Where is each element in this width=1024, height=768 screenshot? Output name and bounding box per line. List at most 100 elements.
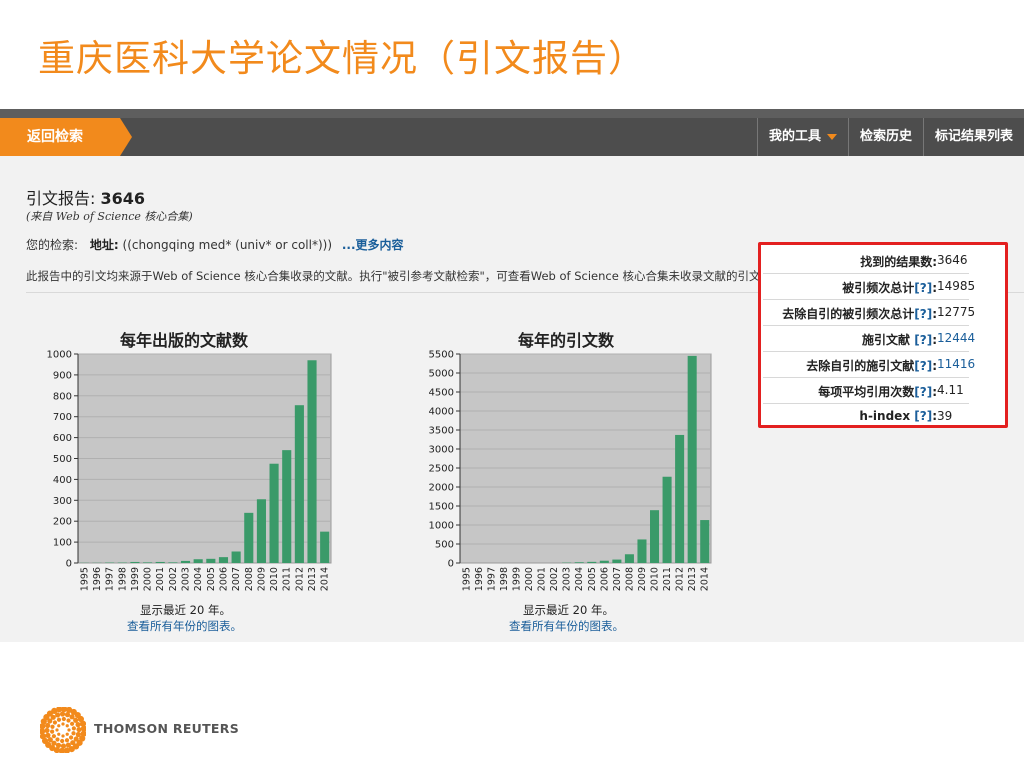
y-tick-label: 5500 (429, 350, 454, 361)
x-tick-label: 2004 (574, 567, 585, 591)
bar (599, 560, 609, 563)
y-tick-label: 3000 (429, 445, 454, 456)
bar (675, 434, 685, 563)
y-tick-label: 2500 (429, 464, 454, 475)
y-tick-label: 500 (435, 540, 454, 551)
y-tick-label: 4500 (429, 388, 454, 399)
logo-dot (60, 738, 65, 744)
stat-label-text: h-index (859, 409, 911, 423)
logo-dot (60, 743, 67, 749)
stat-row-citing-no-self: 去除自引的施引文献[?]: 11416 (763, 352, 975, 378)
logo-dot (59, 711, 66, 717)
bar (700, 520, 710, 563)
x-tick-label: 2014 (700, 567, 711, 591)
logo-dot (56, 717, 62, 722)
stat-value: 3646 (937, 253, 968, 267)
stat-label-text: 找到的结果数: (860, 255, 937, 269)
logo-dot (61, 722, 65, 726)
x-tick-label: 1996 (474, 567, 485, 591)
help-link[interactable]: [?] (914, 385, 932, 399)
x-tick-label: 2011 (662, 567, 673, 591)
logo-dot (61, 716, 66, 722)
stat-label-text: 去除自引的施引文献 (806, 359, 915, 373)
stat-label: h-index [?]: (859, 409, 937, 423)
chart-cites-caption: 显示最近 20 年。 (523, 603, 614, 617)
y-tick-label: 1500 (429, 502, 454, 513)
plot-area (459, 353, 712, 564)
y-tick-label: 0 (448, 559, 454, 570)
stat-label: 去除自引的被引频次总计[?]: (782, 307, 937, 321)
stat-value: 12775 (937, 305, 976, 319)
stat-row-results: 找到的结果数: 3646 (763, 248, 969, 274)
thomson-reuters-logo-icon (40, 707, 86, 753)
stat-row-h-index: h-index [?]: 39 (763, 404, 969, 429)
logo-dot (44, 727, 50, 734)
stat-label: 每项平均引用次数[?]: (818, 385, 937, 399)
logo-dot (55, 737, 60, 742)
x-tick-label: 2002 (549, 567, 560, 591)
stat-value: 39 (937, 409, 953, 423)
stat-value: 4.11 (937, 383, 964, 397)
stat-label: 施引文献 [?]: (862, 333, 937, 347)
logo-dot (57, 724, 61, 728)
x-tick-label: 2012 (675, 567, 686, 591)
x-tick-label: 1997 (486, 567, 497, 591)
logo-dot (57, 732, 61, 736)
logo-dot (75, 722, 81, 728)
x-tick-label: 2008 (624, 567, 635, 591)
stat-row-cites-no-self: 去除自引的被引频次总计[?]: 12775 (763, 300, 975, 326)
citing-no-self-link[interactable]: 11416 (937, 357, 975, 371)
x-tick-label: 2013 (687, 567, 698, 591)
logo-dot (67, 728, 71, 732)
chart-cites-all-years-link[interactable]: 查看所有年份的图表。 (509, 618, 624, 634)
citing-articles-link[interactable]: 12444 (937, 331, 975, 345)
logo-dot (68, 735, 74, 740)
x-tick-label: 2000 (524, 567, 535, 591)
x-tick-label: 1999 (511, 567, 522, 591)
help-link[interactable]: [?] (914, 359, 932, 373)
x-tick-label: 2010 (650, 567, 661, 591)
logo-dot (69, 721, 75, 726)
logo-dot (76, 739, 83, 746)
x-tick-label: 2009 (637, 567, 648, 591)
logo-dot (51, 734, 57, 739)
logo-dot (50, 729, 55, 734)
y-tick-label: 4000 (429, 407, 454, 418)
bar (624, 554, 634, 563)
y-tick-label: 5000 (429, 369, 454, 380)
logo-dot (50, 724, 55, 729)
stat-row-total-cites: 被引频次总计[?]: 14985 (763, 274, 975, 300)
logo-dot (64, 738, 70, 743)
stat-label: 被引频次总计[?]: (842, 281, 937, 295)
logo-dot (71, 731, 76, 736)
stat-value: 14985 (937, 279, 976, 293)
bar (587, 561, 597, 563)
stat-label-text: 施引文献 (862, 333, 911, 347)
logo-dot (47, 737, 53, 743)
citation-stats-box: 找到的结果数: 3646 被引频次总计[?]: 14985 去除自引的被引频次总… (758, 242, 1008, 428)
brand-name: THOMSON REUTERS (94, 721, 240, 736)
help-link[interactable]: [?] (914, 409, 932, 423)
bar (687, 355, 697, 563)
bar (574, 562, 584, 563)
x-tick-label: 2006 (599, 567, 610, 591)
stat-label-text: 去除自引的被引频次总计 (782, 307, 915, 321)
y-tick-label: 2000 (429, 483, 454, 494)
logo-dot (61, 734, 65, 738)
x-tick-label: 1998 (499, 567, 510, 591)
logo-dot (73, 717, 79, 723)
help-link[interactable]: [?] (914, 281, 932, 295)
bar (612, 559, 622, 563)
stat-label: 找到的结果数: (860, 253, 937, 270)
x-tick-label: 2001 (537, 567, 548, 591)
y-tick-label: 1000 (429, 521, 454, 532)
bar (637, 539, 647, 563)
logo-dot (76, 726, 82, 733)
stat-row-citing-articles: 施引文献 [?]: 12444 (763, 326, 975, 352)
help-link[interactable]: [?] (914, 333, 932, 347)
stat-label: 去除自引的施引文献[?]: (806, 359, 937, 373)
help-link[interactable]: [?] (914, 307, 932, 321)
x-tick-label: 2007 (612, 567, 623, 591)
bar (662, 476, 672, 563)
x-tick-label: 1995 (461, 567, 472, 591)
